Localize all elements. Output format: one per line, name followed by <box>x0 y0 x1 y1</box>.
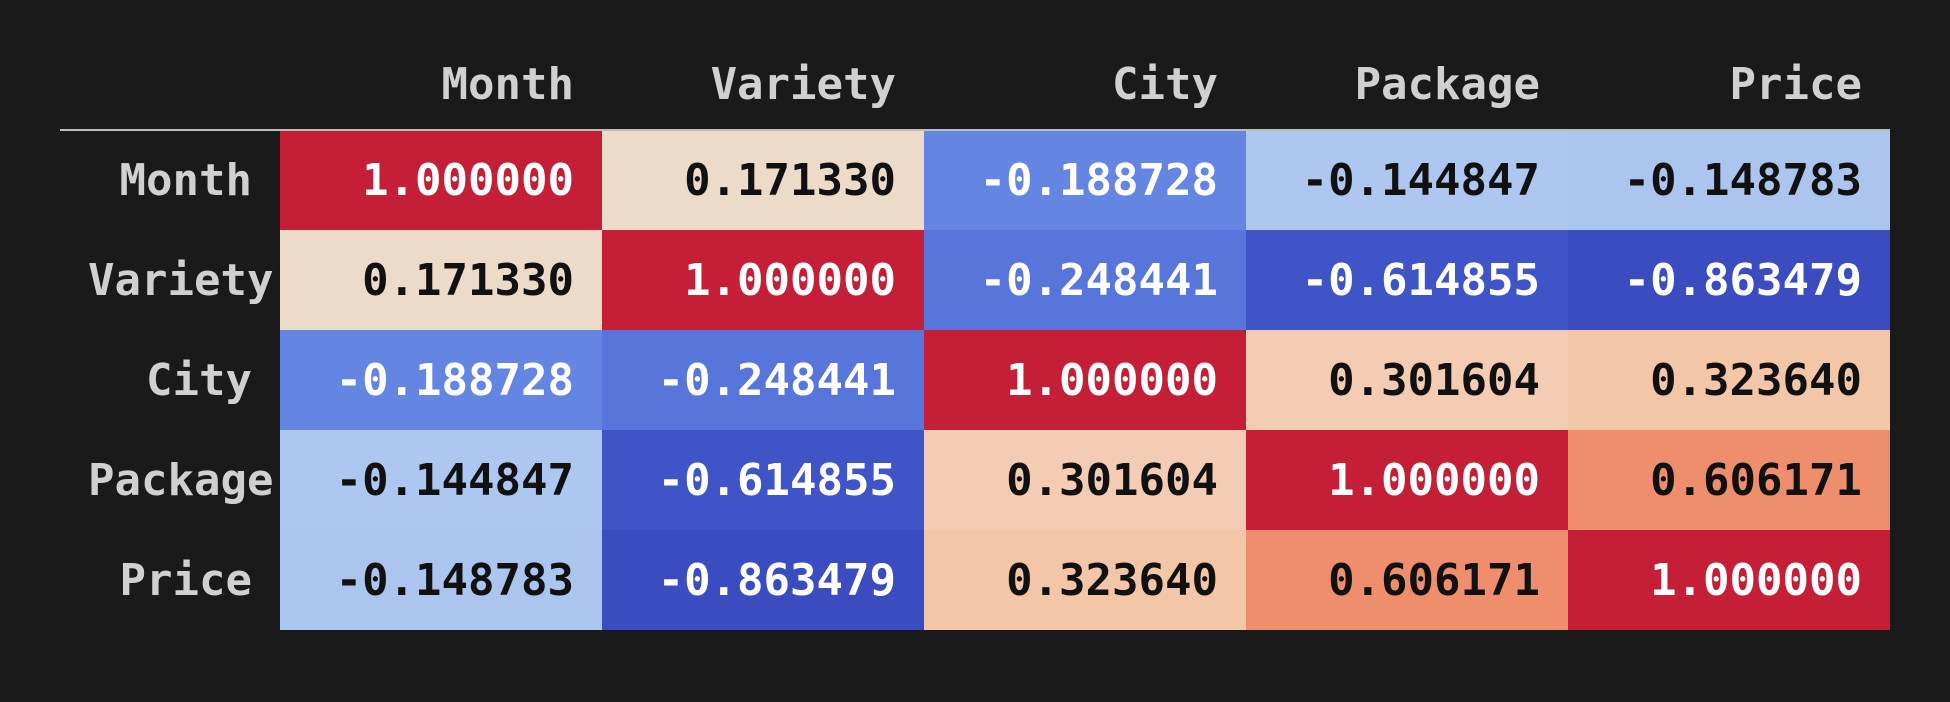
heatmap-cell: 0.606171 <box>1568 430 1890 530</box>
heatmap-cell: 1.000000 <box>1568 530 1890 630</box>
heatmap-cell: 0.606171 <box>1246 530 1568 630</box>
heatmap-cell: -0.248441 <box>924 230 1246 330</box>
heatmap-cell: 0.301604 <box>1246 330 1568 430</box>
heatmap-cell: 1.000000 <box>924 330 1246 430</box>
chart-container: Month Variety City Package Price Month 1… <box>0 0 1950 702</box>
heatmap-cell: -0.614855 <box>602 430 924 530</box>
heatmap-cell: 0.323640 <box>924 530 1246 630</box>
heatmap-cell: 0.323640 <box>1568 330 1890 430</box>
heatmap-cell: 1.000000 <box>280 130 602 230</box>
heatmap-cell: -0.188728 <box>924 130 1246 230</box>
table-row: City -0.188728 -0.248441 1.000000 0.3016… <box>60 330 1890 430</box>
heatmap-cell: 1.000000 <box>1246 430 1568 530</box>
table-row: Month 1.000000 0.171330 -0.188728 -0.144… <box>60 130 1890 230</box>
heatmap-cell: -0.188728 <box>280 330 602 430</box>
header-row: Month Variety City Package Price <box>60 40 1890 130</box>
heatmap-cell: -0.614855 <box>1246 230 1568 330</box>
row-header: Month <box>60 130 280 230</box>
heatmap-cell: 0.171330 <box>602 130 924 230</box>
heatmap-cell: 0.171330 <box>280 230 602 330</box>
heatmap-cell: -0.148783 <box>280 530 602 630</box>
heatmap-cell: -0.863479 <box>602 530 924 630</box>
col-header: Variety <box>602 40 924 130</box>
heatmap-cell: -0.863479 <box>1568 230 1890 330</box>
col-header: Month <box>280 40 602 130</box>
heatmap-cell: -0.144847 <box>280 430 602 530</box>
heatmap-cell: -0.248441 <box>602 330 924 430</box>
heatmap-cell: -0.148783 <box>1568 130 1890 230</box>
correlation-heatmap: Month Variety City Package Price Month 1… <box>60 40 1890 630</box>
col-header: City <box>924 40 1246 130</box>
corner-blank <box>60 40 280 130</box>
col-header: Package <box>1246 40 1568 130</box>
row-header: Price <box>60 530 280 630</box>
row-header: Package <box>60 430 280 530</box>
row-header: City <box>60 330 280 430</box>
heatmap-cell: 0.301604 <box>924 430 1246 530</box>
col-header: Price <box>1568 40 1890 130</box>
table-row: Package -0.144847 -0.614855 0.301604 1.0… <box>60 430 1890 530</box>
heatmap-cell: 1.000000 <box>602 230 924 330</box>
row-header: Variety <box>60 230 280 330</box>
table-row: Price -0.148783 -0.863479 0.323640 0.606… <box>60 530 1890 630</box>
heatmap-cell: -0.144847 <box>1246 130 1568 230</box>
table-row: Variety 0.171330 1.000000 -0.248441 -0.6… <box>60 230 1890 330</box>
